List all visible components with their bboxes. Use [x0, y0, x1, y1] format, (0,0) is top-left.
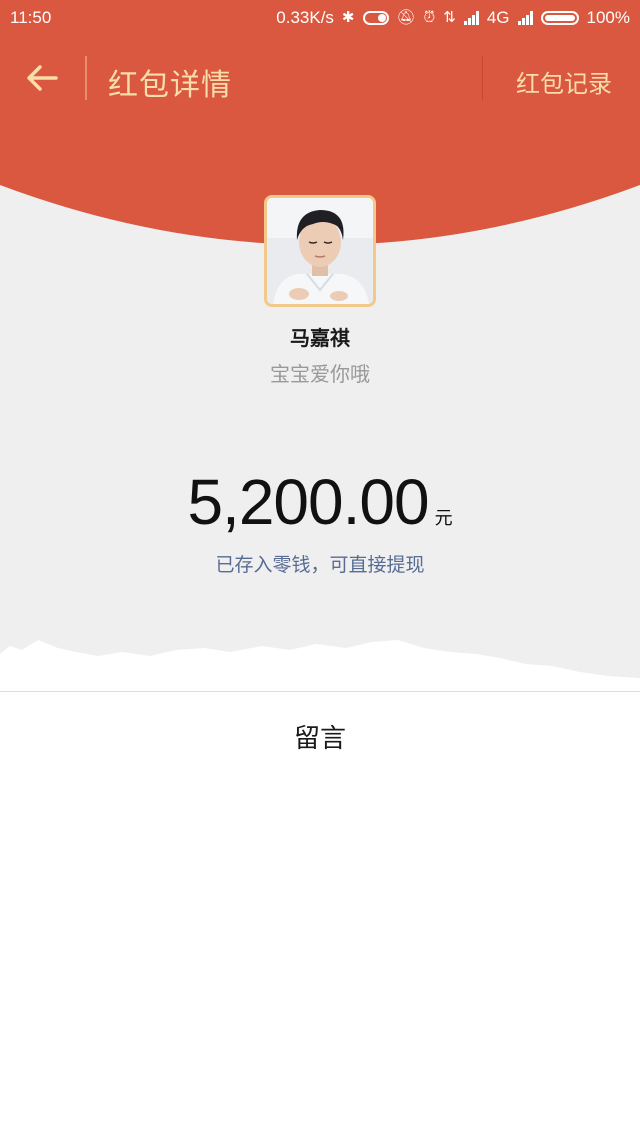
leave-message-button[interactable]: 留言: [0, 718, 640, 755]
page-title: 红包详情: [108, 68, 232, 103]
signal-icon: [517, 11, 533, 25]
amount-row: 5,200.00 元: [0, 465, 640, 539]
net-speed: 0.33K/s: [276, 8, 334, 27]
battery-percent: 100%: [586, 8, 630, 27]
data-arrows-icon: ⇅: [443, 9, 456, 26]
battery-icon: [540, 11, 579, 25]
sender-name: 马嘉祺: [290, 326, 350, 350]
section-divider: [0, 691, 640, 692]
nav-divider-right: [482, 56, 483, 100]
nav-divider: [85, 56, 87, 100]
network-type: 4G: [486, 8, 510, 27]
status-bar: 11:50 0.33K/s ✱ 🔕︎ ⏰︎ ⇅ 4G 100%: [0, 0, 640, 36]
toggle-icon: [362, 11, 389, 25]
arrow-left-icon: [27, 65, 58, 91]
torn-paper-edge: [0, 640, 640, 694]
alarm-icon: ⏰︎: [423, 9, 436, 26]
red-packet-records-button[interactable]: 红包记录: [516, 64, 612, 99]
avatar[interactable]: [264, 195, 376, 307]
deposit-note-link[interactable]: 已存入零钱，可直接提现: [0, 550, 640, 577]
avatar-photo: [267, 198, 373, 304]
sender-wish: 宝宝爱你哦: [270, 362, 370, 386]
status-icons: 0.33K/s ✱ 🔕︎ ⏰︎ ⇅ 4G 100%: [276, 8, 630, 28]
nav-bar: 红包详情 红包记录: [0, 50, 640, 106]
bluetooth-icon: ✱: [341, 9, 355, 26]
amount-value: 5,200.00: [187, 466, 429, 538]
amount-unit: 元: [434, 508, 453, 529]
mute-icon: 🔕︎: [396, 9, 416, 26]
status-time: 11:50: [10, 8, 52, 27]
signal-icon: [463, 11, 479, 25]
back-button[interactable]: [22, 60, 62, 96]
